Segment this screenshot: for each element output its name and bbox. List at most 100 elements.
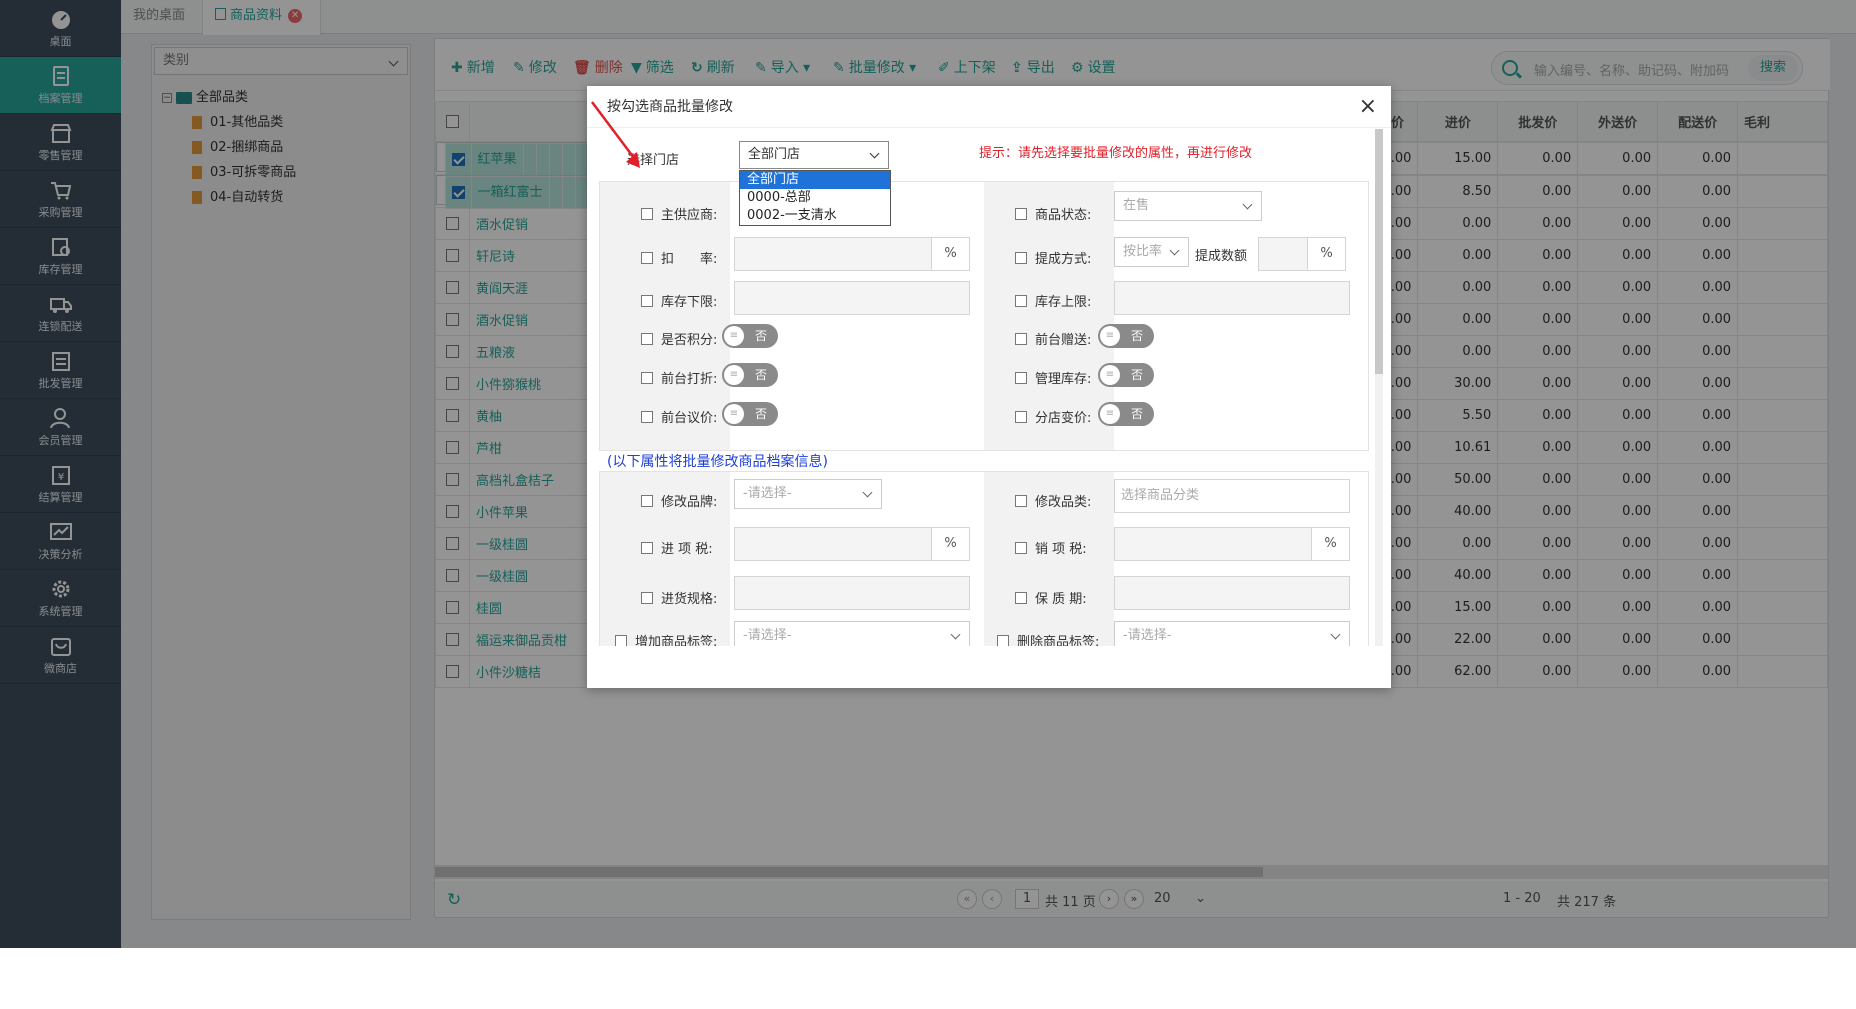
stock-max-checkbox[interactable] xyxy=(1015,295,1027,307)
purchase-spec-checkbox[interactable] xyxy=(641,592,653,604)
points-checkbox[interactable] xyxy=(641,333,653,345)
dialog-body: 选择门店 提示：请先选择要批量修改的属性，再进行修改 主供应商: 扣 率: % … xyxy=(587,129,1391,646)
toggle-knob-icon: ≡ xyxy=(1100,326,1120,346)
brand-row[interactable]: 修改品牌: xyxy=(641,491,717,510)
supplier-checkbox[interactable] xyxy=(641,208,653,220)
commission-checkbox[interactable] xyxy=(1015,252,1027,264)
branch-price-toggle[interactable]: ≡ 否 xyxy=(1098,402,1154,426)
commission-label: 提成方式: xyxy=(1035,252,1092,267)
points-label: 是否积分: xyxy=(661,333,718,348)
category-label: 修改品类: xyxy=(1035,495,1092,510)
purchase-spec-input[interactable] xyxy=(734,576,970,610)
stock-min-checkbox[interactable] xyxy=(641,295,653,307)
toggle-knob-icon: ≡ xyxy=(1100,404,1120,424)
percent-suffix: % xyxy=(931,238,969,270)
gift-label: 前台赠送: xyxy=(1035,333,1092,348)
branch-price-row[interactable]: 分店变价: xyxy=(1015,407,1091,426)
close-icon[interactable]: × xyxy=(1359,94,1377,119)
bargain-checkbox[interactable] xyxy=(641,411,653,423)
stock-max-label: 库存上限: xyxy=(1035,295,1092,310)
store-select[interactable]: 全部门店 xyxy=(739,141,889,169)
input-tax-input[interactable]: % xyxy=(734,527,970,561)
category-input[interactable]: 选择商品分类 xyxy=(1114,479,1350,513)
discount-front-checkbox[interactable] xyxy=(641,372,653,384)
add-tag-row[interactable]: 增加商品标签: xyxy=(615,631,717,646)
bargain-toggle[interactable]: ≡ 否 xyxy=(722,402,778,426)
stock-min-input[interactable] xyxy=(734,281,970,315)
commission-amount-label: 提成数额 xyxy=(1195,249,1248,264)
discount-front-toggle[interactable]: ≡ 否 xyxy=(722,363,778,387)
purchase-spec-label: 进货规格: xyxy=(661,592,718,607)
gift-checkbox[interactable] xyxy=(1015,333,1027,345)
remove-tag-label: 删除商品标签: xyxy=(1017,635,1100,646)
category-checkbox[interactable] xyxy=(1015,495,1027,507)
discount-label: 扣 率: xyxy=(661,252,718,267)
commission-row[interactable]: 提成方式: xyxy=(1015,248,1091,267)
shelf-life-label: 保 质 期: xyxy=(1035,592,1087,607)
app-window: 桌面 档案管理 零售管理 采购管理 库存管理 连锁配送 批发管理 会员管理 ¥ 结算管理 决策分析系… xyxy=(0,0,1856,948)
commission-amount-input[interactable]: % xyxy=(1258,237,1346,271)
status-select[interactable]: 在售 xyxy=(1114,191,1262,221)
add-tag-label: 增加商品标签: xyxy=(635,635,718,646)
discount-checkbox[interactable] xyxy=(641,252,653,264)
stock-max-input[interactable] xyxy=(1114,281,1350,315)
bargain-row[interactable]: 前台议价: xyxy=(641,407,717,426)
add-tag-select-value: -请选择- xyxy=(743,628,792,643)
manage-stock-toggle[interactable]: ≡ 否 xyxy=(1098,363,1154,387)
shelf-life-input[interactable] xyxy=(1114,576,1350,610)
commission-select[interactable]: 按比率 xyxy=(1114,237,1189,267)
manage-stock-checkbox[interactable] xyxy=(1015,372,1027,384)
purchase-spec-row[interactable]: 进货规格: xyxy=(641,588,717,607)
shelf-life-row[interactable]: 保 质 期: xyxy=(1015,588,1087,607)
gift-row[interactable]: 前台赠送: xyxy=(1015,329,1091,348)
toggle-knob-icon: ≡ xyxy=(1100,365,1120,385)
points-row[interactable]: 是否积分: xyxy=(641,329,717,348)
remove-tag-row[interactable]: 删除商品标签: xyxy=(997,631,1099,646)
brand-checkbox[interactable] xyxy=(641,495,653,507)
input-tax-row[interactable]: 进 项 税: xyxy=(641,538,713,557)
dialog-title: 按勾选商品批量修改 xyxy=(587,86,1391,128)
brand-label: 修改品牌: xyxy=(661,495,718,510)
toggle-value: 否 xyxy=(1131,407,1144,421)
output-tax-checkbox[interactable] xyxy=(1015,542,1027,554)
batch-edit-dialog: 按勾选商品批量修改 × 选择门店 提示：请先选择要批量修改的属性，再进行修改 主… xyxy=(587,86,1391,688)
stock-max-row[interactable]: 库存上限: xyxy=(1015,291,1091,310)
shelf-life-checkbox[interactable] xyxy=(1015,592,1027,604)
dialog-scrollbar[interactable] xyxy=(1375,129,1383,646)
percent-suffix: % xyxy=(1307,238,1345,270)
points-toggle[interactable]: ≡ 否 xyxy=(722,324,778,348)
remove-tag-select-value: -请选择- xyxy=(1123,628,1172,643)
add-tag-select[interactable]: -请选择- xyxy=(734,621,970,646)
store-dropdown: 全部门店 0000-总部 0002-一支清水 xyxy=(739,170,891,226)
red-arrow-annotation xyxy=(591,101,640,168)
toggle-value: 否 xyxy=(1131,368,1144,382)
add-tag-checkbox[interactable] xyxy=(615,635,627,646)
supplier-row[interactable]: 主供应商: xyxy=(641,204,717,223)
stock-min-row[interactable]: 库存下限: xyxy=(641,291,717,310)
remove-tag-checkbox[interactable] xyxy=(997,635,1009,646)
section-note: (以下属性将批量修改商品档案信息) xyxy=(607,454,828,470)
status-row[interactable]: 商品状态: xyxy=(1015,204,1091,223)
store-option[interactable]: 0002-一支清水 xyxy=(740,207,890,225)
input-tax-checkbox[interactable] xyxy=(641,542,653,554)
branch-price-checkbox[interactable] xyxy=(1015,411,1027,423)
store-option[interactable]: 0000-总部 xyxy=(740,189,890,207)
remove-tag-select[interactable]: -请选择- xyxy=(1114,621,1350,646)
output-tax-row[interactable]: 销 项 税: xyxy=(1015,538,1087,557)
category-row[interactable]: 修改品类: xyxy=(1015,491,1091,510)
discount-row[interactable]: 扣 率: xyxy=(641,248,717,267)
toggle-knob-icon: ≡ xyxy=(724,365,744,385)
supplier-label: 主供应商: xyxy=(661,208,718,223)
output-tax-input[interactable]: % xyxy=(1114,527,1350,561)
input-tax-label: 进 项 税: xyxy=(661,542,713,557)
manage-stock-row[interactable]: 管理库存: xyxy=(1015,368,1091,387)
status-checkbox[interactable] xyxy=(1015,208,1027,220)
gift-toggle[interactable]: ≡ 否 xyxy=(1098,324,1154,348)
scrollbar-thumb[interactable] xyxy=(1375,129,1383,374)
discount-input[interactable]: % xyxy=(734,237,970,271)
hint-text: 提示：请先选择要批量修改的属性，再进行修改 xyxy=(979,146,1253,161)
discount-front-row[interactable]: 前台打折: xyxy=(641,368,717,387)
brand-select[interactable]: -请选择- xyxy=(734,479,882,509)
toggle-value: 否 xyxy=(755,368,768,382)
store-option[interactable]: 全部门店 xyxy=(740,171,890,189)
